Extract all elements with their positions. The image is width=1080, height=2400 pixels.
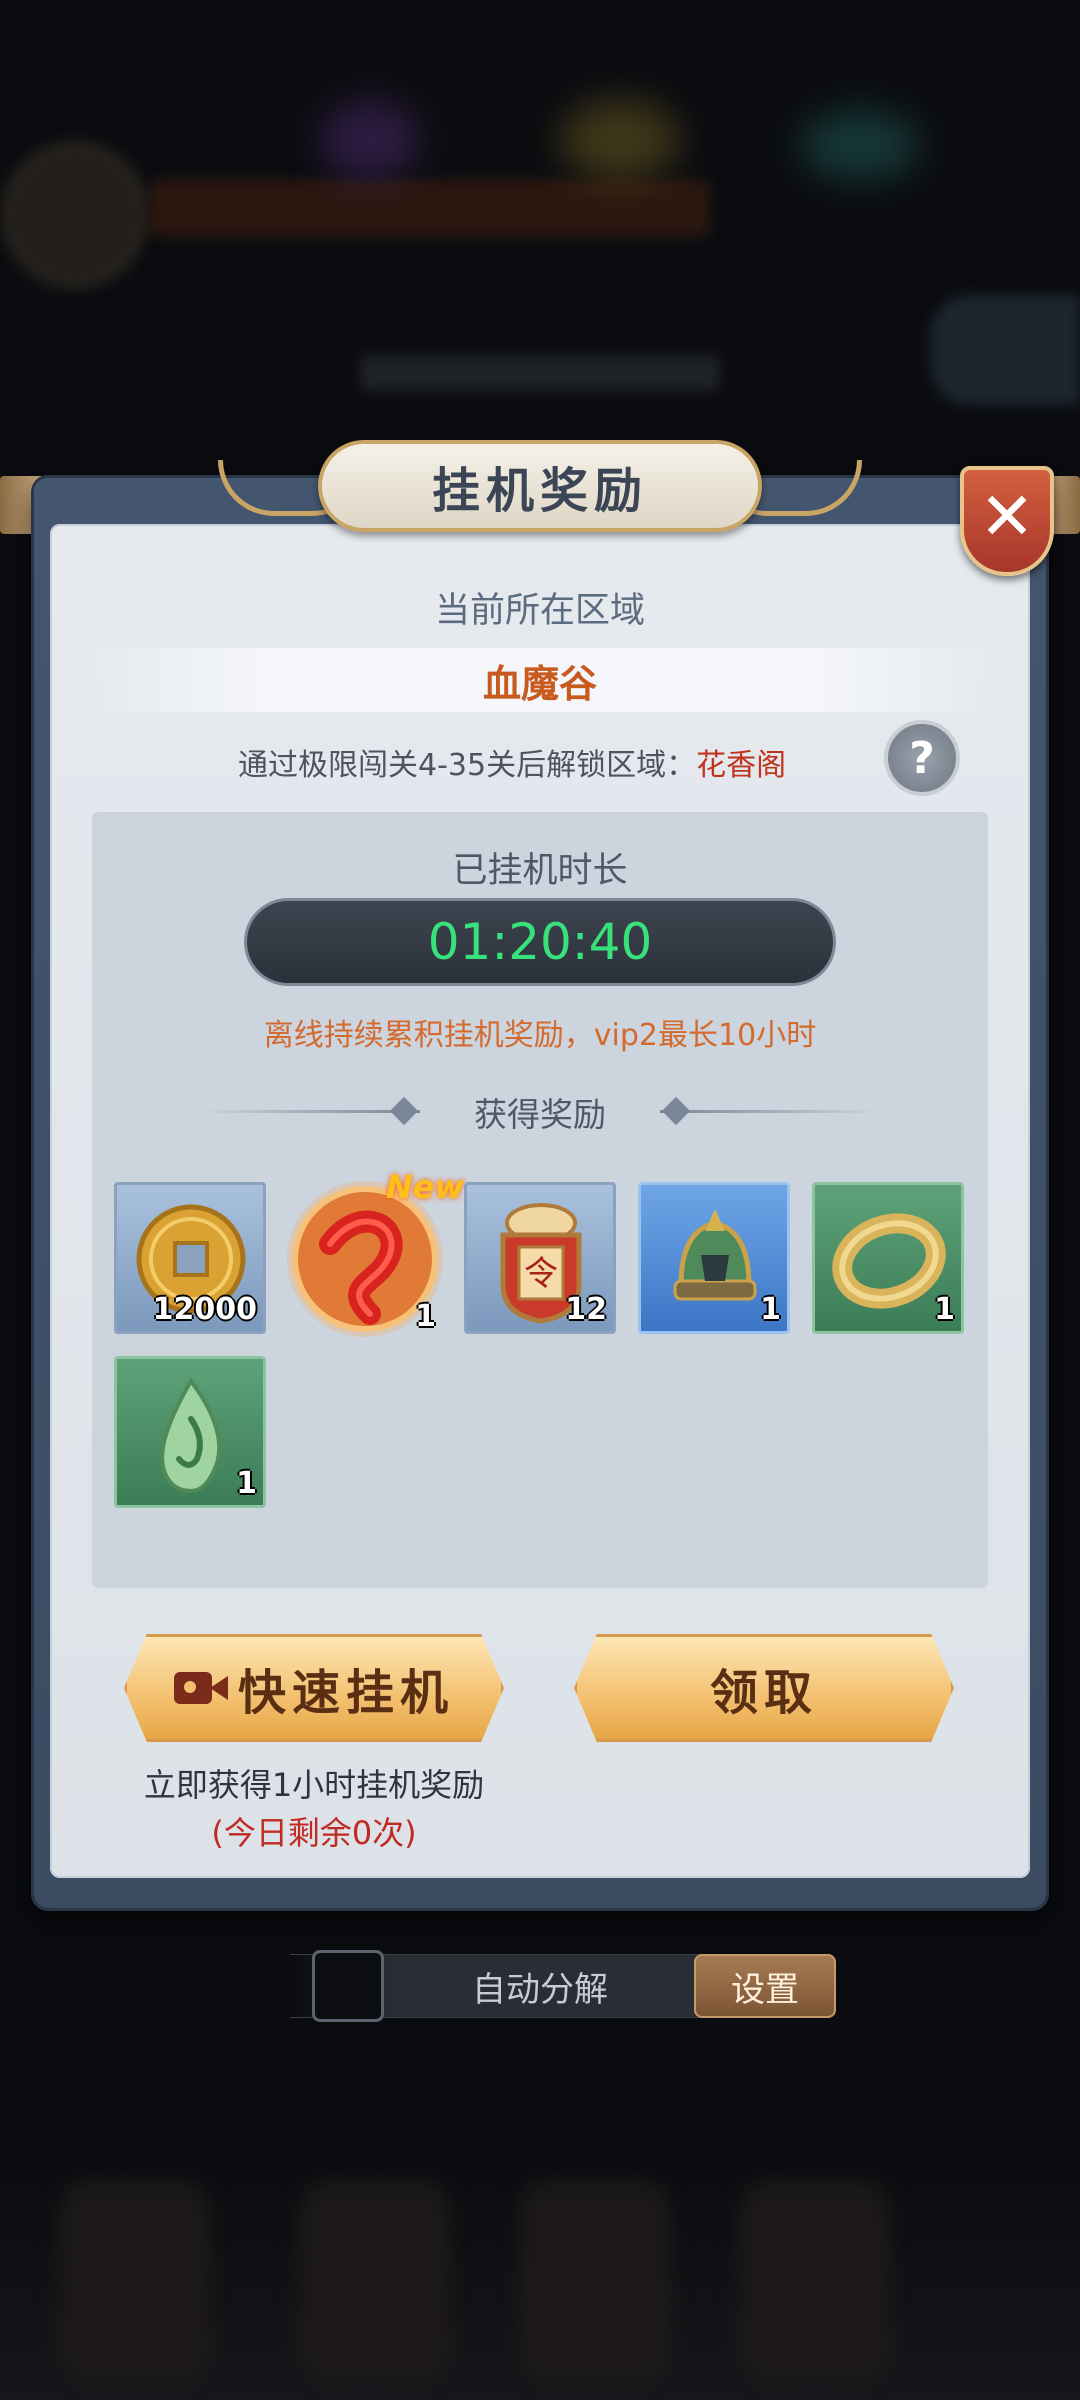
rewards-header: 获得奖励 <box>474 1095 606 1134</box>
claim-button[interactable]: 领取 <box>574 1634 954 1742</box>
header-divider-right <box>660 1110 880 1113</box>
item-count: 12 <box>565 1292 607 1327</box>
auto-decompose-label: 自动分解 <box>472 1970 608 2010</box>
reward-item-helmet[interactable]: 1 <box>638 1182 790 1334</box>
quick-idle-remaining: (今日剩余0次) <box>211 1814 417 1852</box>
item-count: 1 <box>760 1292 781 1327</box>
background-decor <box>800 110 920 180</box>
claim-label: 领取 <box>709 1665 818 1721</box>
unlock-hint-prefix: 通过极限闯关4-35关后解锁区域： <box>238 748 697 783</box>
svg-text:令: 令 <box>524 1254 558 1294</box>
settings-button[interactable]: 设置 <box>694 1954 836 2018</box>
background-hero <box>740 2180 890 2380</box>
auto-decompose-checkbox[interactable] <box>312 1950 384 2022</box>
reward-item-command-token[interactable]: 令 12 <box>464 1182 616 1334</box>
current-region-name: 血魔谷 <box>482 661 597 706</box>
title-plate: 挂机奖励 <box>318 440 762 532</box>
dialog-title: 挂机奖励 <box>431 463 648 519</box>
item-count: 1 <box>415 1299 436 1334</box>
background-side-button <box>930 295 1080 405</box>
quick-idle-button[interactable]: 快速挂机 <box>124 1634 504 1742</box>
video-camera-icon <box>173 1668 230 1708</box>
item-count: 1 <box>934 1292 955 1327</box>
question-mark-icon: ? <box>909 732 935 784</box>
reward-item-jade-ring[interactable]: 1 <box>812 1182 964 1334</box>
background-text <box>360 355 720 391</box>
item-count: 1 <box>236 1466 257 1501</box>
reward-item-copper-coin[interactable]: 12000 <box>114 1182 266 1334</box>
reward-item-jade-pendant[interactable]: 1 <box>114 1356 266 1508</box>
quick-idle-description: 立即获得1小时挂机奖励 <box>143 1766 485 1804</box>
unlock-hint: 通过极限闯关4-35关后解锁区域：花香阁 <box>238 740 786 784</box>
offline-accumulation-note: 离线持续累积挂机奖励，vip2最长10小时 <box>263 1018 817 1053</box>
quick-idle-label: 快速挂机 <box>237 1665 454 1721</box>
close-button[interactable]: ✕ <box>960 466 1054 576</box>
background-decor <box>560 100 680 180</box>
idle-timer: 01:20:40 <box>244 898 836 986</box>
background-banner <box>150 180 710 236</box>
new-badge: New <box>386 1168 465 1206</box>
unlock-region-name: 花香阁 <box>696 748 787 783</box>
current-region-label: 当前所在区域 <box>434 591 645 631</box>
background-decor <box>320 100 420 180</box>
idle-timer-value: 01:20:40 <box>427 913 653 971</box>
background-hero <box>300 2180 450 2380</box>
help-button[interactable]: ? <box>884 720 960 796</box>
settings-label: 设置 <box>731 1969 799 2010</box>
item-count: 12000 <box>152 1292 257 1327</box>
close-icon: ✕ <box>979 478 1035 555</box>
background-avatar <box>0 140 150 290</box>
current-region-band: 血魔谷 <box>80 648 1000 712</box>
idle-duration-label: 已挂机时长 <box>452 851 628 891</box>
background-hero <box>60 2180 210 2380</box>
background-hero <box>520 2180 670 2380</box>
